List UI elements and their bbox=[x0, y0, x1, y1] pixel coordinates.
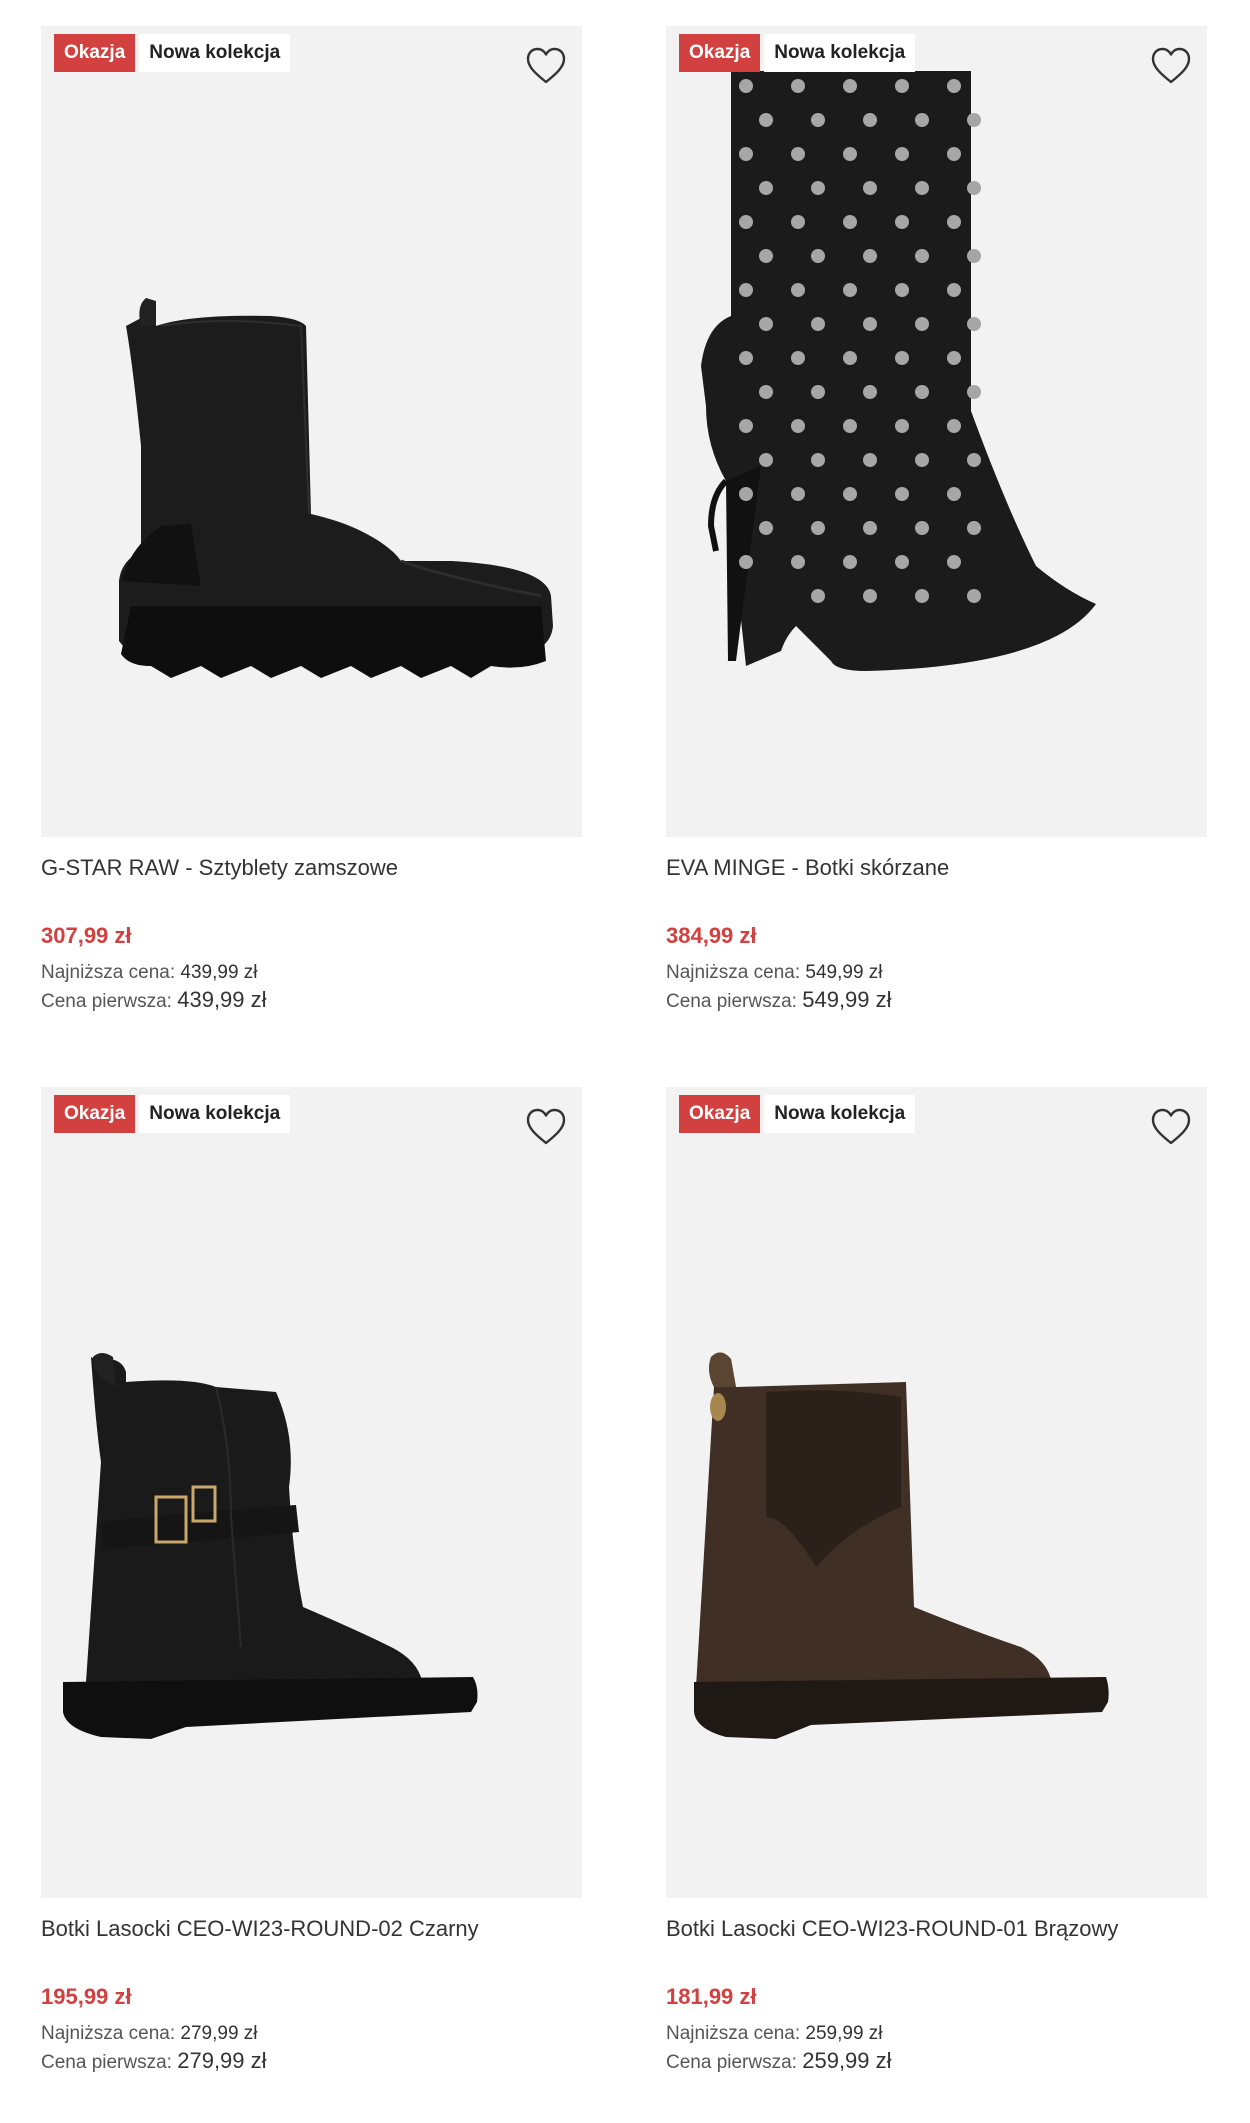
product-title[interactable]: Botki Lasocki CEO-WI23-ROUND-02 Czarny bbox=[41, 1912, 582, 1946]
lowest-price-row: Najniższa cena: 279,99 zł bbox=[41, 2020, 582, 2047]
first-price-row: Cena pierwsza: 549,99 zł bbox=[666, 986, 1207, 1015]
badges: Okazja Nowa kolekcja bbox=[54, 1095, 291, 1133]
black-leather-buckle-ankle-boot bbox=[63, 1353, 478, 1739]
product-title[interactable]: EVA MINGE - Botki skórzane bbox=[666, 851, 1207, 885]
first-price-label: Cena pierwsza: bbox=[666, 991, 797, 1012]
brown-suede-chelsea-boot bbox=[694, 1352, 1109, 1739]
product-image[interactable]: Okazja Nowa kolekcja bbox=[41, 26, 582, 837]
sale-badge: Okazja bbox=[54, 1095, 136, 1133]
first-price-value: 279,99 zł bbox=[177, 2048, 267, 2073]
product-card[interactable]: Okazja Nowa kolekcja G-STAR RAW - Sztybl… bbox=[41, 26, 582, 1015]
product-price: 195,99 zł bbox=[41, 1984, 132, 2009]
heart-outline-icon[interactable] bbox=[522, 42, 570, 90]
heart-outline-icon[interactable] bbox=[522, 1103, 570, 1151]
product-title[interactable]: G-STAR RAW - Sztyblety zamszowe bbox=[41, 851, 582, 885]
product-image[interactable]: Okazja Nowa kolekcja bbox=[41, 1087, 582, 1898]
sale-badge: Okazja bbox=[679, 1095, 761, 1133]
product-card[interactable]: Okazja Nowa kolekcja EVA MINGE - Botki s… bbox=[666, 26, 1207, 1015]
badges: Okazja Nowa kolekcja bbox=[679, 1095, 916, 1133]
heart-outline-icon[interactable] bbox=[1147, 42, 1195, 90]
product-image[interactable]: Okazja Nowa kolekcja bbox=[666, 26, 1207, 837]
lowest-price-value: 439,99 zł bbox=[180, 962, 258, 983]
first-price-row: Cena pierwsza: 259,99 zł bbox=[666, 2047, 1207, 2076]
price-history: Najniższa cena: 259,99 zł Cena pierwsza:… bbox=[666, 2020, 1207, 2076]
lowest-price-label: Najniższa cena: bbox=[41, 2023, 176, 2044]
lowest-price-value: 549,99 zł bbox=[805, 962, 883, 983]
product-title[interactable]: Botki Lasocki CEO-WI23-ROUND-01 Brązowy bbox=[666, 1912, 1207, 1946]
new-collection-badge: Nowa kolekcja bbox=[764, 34, 916, 72]
price-history: Najniższa cena: 439,99 zł Cena pierwsza:… bbox=[41, 959, 582, 1015]
first-price-label: Cena pierwsza: bbox=[41, 2052, 172, 2073]
product-grid: Okazja Nowa kolekcja G-STAR RAW - Sztybl… bbox=[0, 0, 1250, 2123]
first-price-row: Cena pierwsza: 279,99 zł bbox=[41, 2047, 582, 2076]
lowest-price-value: 279,99 zł bbox=[180, 2023, 258, 2044]
price-history: Najniższa cena: 279,99 zł Cena pierwsza:… bbox=[41, 2020, 582, 2076]
new-collection-badge: Nowa kolekcja bbox=[139, 34, 291, 72]
lowest-price-label: Najniższa cena: bbox=[666, 2023, 801, 2044]
badges: Okazja Nowa kolekcja bbox=[679, 34, 916, 72]
first-price-label: Cena pierwsza: bbox=[666, 2052, 797, 2073]
product-price: 384,99 zł bbox=[666, 923, 757, 948]
lowest-price-row: Najniższa cena: 549,99 zł bbox=[666, 959, 1207, 986]
new-collection-badge: Nowa kolekcja bbox=[139, 1095, 291, 1133]
price-history: Najniższa cena: 549,99 zł Cena pierwsza:… bbox=[666, 959, 1207, 1015]
sale-badge: Okazja bbox=[679, 34, 761, 72]
heart-outline-icon[interactable] bbox=[1147, 1103, 1195, 1151]
first-price-value: 549,99 zł bbox=[802, 987, 892, 1012]
lowest-price-row: Najniższa cena: 259,99 zł bbox=[666, 2020, 1207, 2047]
product-image[interactable]: Okazja Nowa kolekcja bbox=[666, 1087, 1207, 1898]
product-card[interactable]: Okazja Nowa kolekcja Botki Lasocki CEO-W… bbox=[666, 1087, 1207, 2076]
lowest-price-value: 259,99 zł bbox=[805, 2023, 883, 2044]
product-card[interactable]: Okazja Nowa kolekcja Botki Lasocki CEO-W… bbox=[41, 1087, 582, 2076]
first-price-label: Cena pierwsza: bbox=[41, 991, 172, 1012]
black-suede-chelsea-platform-boot bbox=[119, 298, 553, 678]
black-studded-stiletto-ankle-boot bbox=[701, 71, 1096, 671]
lowest-price-row: Najniższa cena: 439,99 zł bbox=[41, 959, 582, 986]
sale-badge: Okazja bbox=[54, 34, 136, 72]
product-price: 307,99 zł bbox=[41, 923, 132, 948]
lowest-price-label: Najniższa cena: bbox=[41, 962, 176, 983]
first-price-value: 439,99 zł bbox=[177, 987, 267, 1012]
first-price-row: Cena pierwsza: 439,99 zł bbox=[41, 986, 582, 1015]
lowest-price-label: Najniższa cena: bbox=[666, 962, 801, 983]
badges: Okazja Nowa kolekcja bbox=[54, 34, 291, 72]
product-price: 181,99 zł bbox=[666, 1984, 757, 2009]
new-collection-badge: Nowa kolekcja bbox=[764, 1095, 916, 1133]
first-price-value: 259,99 zł bbox=[802, 2048, 892, 2073]
